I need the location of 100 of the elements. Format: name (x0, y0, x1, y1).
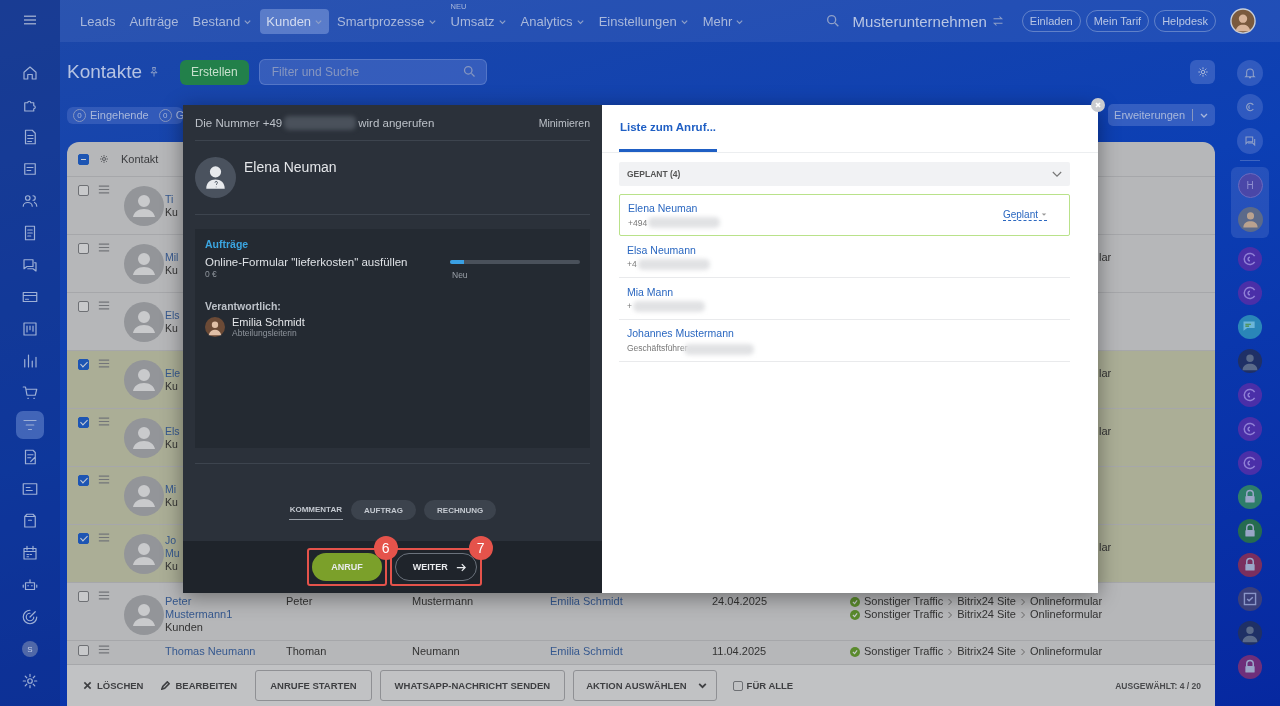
lock-icon[interactable] (1237, 484, 1263, 510)
step-badge: 7 (468, 536, 493, 560)
nav-tab[interactable]: Aufträge (123, 8, 185, 34)
contact-name-link[interactable]: Mil (165, 250, 179, 264)
create-button[interactable]: Erstellen (180, 59, 249, 85)
nav-tab[interactable]: Umsatz (444, 8, 513, 34)
row-checkbox[interactable] (78, 591, 89, 602)
swirl-icon[interactable] (1237, 246, 1263, 272)
call-list-item[interactable]: Johannes Mustermann Geschäftsführer (619, 320, 1070, 362)
row-checkbox[interactable] (78, 475, 89, 486)
contact-name-link[interactable]: Ele (165, 366, 181, 380)
contact-name-link[interactable]: Thomas Neumann (165, 645, 256, 658)
lock-icon[interactable] (1237, 518, 1263, 544)
filter-icon[interactable] (16, 411, 44, 439)
nav-tab[interactable]: Kunden (260, 8, 330, 34)
chat-icon[interactable] (1237, 128, 1263, 154)
bulk-action-button[interactable]: ANRUFE STARTEN (255, 670, 372, 701)
call-list-item[interactable]: Elena Neuman +494 Geplant (619, 194, 1070, 236)
responsible-link[interactable]: Emilia Schmidt (550, 645, 712, 657)
nav-tab[interactable]: Mehr (696, 8, 751, 34)
close-button[interactable] (1091, 98, 1105, 112)
drag-handle-icon[interactable] (98, 533, 110, 542)
row-checkbox[interactable] (78, 185, 89, 196)
drag-handle-icon[interactable] (98, 417, 110, 426)
user-avatar[interactable]: S (22, 641, 38, 657)
nav-tab[interactable]: Einstellungen (592, 8, 695, 34)
drag-handle-icon[interactable] (98, 359, 110, 368)
select-all-checkbox[interactable] (78, 153, 89, 165)
contact-name-link[interactable]: Mia Mann (627, 285, 1062, 298)
row-checkbox[interactable] (78, 243, 89, 254)
contact-name-link[interactable]: Elsa Neumann (627, 243, 1062, 256)
lock-icon[interactable] (1237, 552, 1263, 578)
user-avatar[interactable] (1230, 8, 1256, 34)
row-checkbox[interactable] (78, 645, 89, 656)
contact-name-link[interactable]: Mi (165, 482, 177, 496)
source-step: Sonstiger Traffic (864, 595, 944, 608)
contact-name-link[interactable]: Johannes Mustermann (627, 326, 1062, 339)
drag-handle-icon[interactable] (98, 185, 110, 194)
table-cell-text: Peter (286, 595, 314, 607)
swirl-icon[interactable] (1237, 450, 1263, 476)
for-all-checkbox[interactable]: FÜR ALLE (732, 680, 794, 691)
swirl-icon[interactable] (1237, 416, 1263, 442)
drag-handle-icon[interactable] (98, 301, 110, 310)
counter-filter[interactable]: 0 Eingehende (73, 108, 149, 122)
bulk-action-button[interactable]: WHATSAPP-NACHRICHT SENDEN (379, 670, 566, 701)
contact-name-link[interactable]: Peter Mustermann1 (165, 595, 233, 621)
row-checkbox[interactable] (78, 359, 89, 370)
search-field[interactable]: Filter und Suche (258, 59, 487, 85)
user-avatar[interactable] (1237, 207, 1263, 232)
pin-icon[interactable] (148, 66, 160, 78)
bulk-action-button[interactable]: LÖSCHEN (83, 680, 144, 691)
settings-button[interactable] (1190, 60, 1215, 84)
contact-avatar (124, 185, 164, 226)
row-checkbox[interactable] (78, 533, 89, 544)
drag-handle-icon[interactable] (98, 475, 110, 484)
contact-name-link[interactable]: Jo Mu (165, 534, 180, 560)
contact-name-link[interactable]: Els (165, 308, 180, 322)
user-avatar[interactable] (1237, 348, 1263, 374)
swirl-icon[interactable] (1237, 94, 1263, 120)
settings-icon[interactable] (98, 153, 110, 165)
checkbox[interactable] (732, 680, 743, 691)
responsible-name[interactable]: Emilia Schmidt (232, 316, 305, 328)
swirl-icon[interactable] (1237, 382, 1263, 408)
task-icon[interactable] (1237, 586, 1263, 612)
chat-avatar[interactable]: H (1237, 173, 1263, 198)
column-header[interactable]: Kontakt (121, 153, 159, 165)
company-switcher[interactable]: Musterunternehmen (852, 12, 1004, 30)
dialog-tab[interactable]: RECHNUNG (424, 500, 497, 520)
minimize-link[interactable]: Minimieren (538, 116, 590, 129)
chat-bubble-icon[interactable] (1237, 314, 1263, 340)
contact-name-link[interactable]: Els (165, 424, 180, 438)
extensions-button[interactable]: Erweiterungen (1108, 104, 1215, 126)
action-dropdown[interactable]: AKTION AUSWÄHLEN (573, 670, 717, 701)
contact-name-link[interactable]: Ti (165, 192, 174, 206)
list-tab[interactable]: Liste zum Anruf... (619, 104, 718, 152)
bell-icon[interactable] (1237, 60, 1263, 86)
responsible-link[interactable]: Emilia Schmidt (550, 595, 712, 607)
bulk-action-button[interactable]: BEARBEITEN (161, 680, 238, 691)
drag-handle-icon[interactable] (98, 591, 110, 600)
swirl-icon[interactable] (1237, 280, 1263, 306)
drag-handle-icon[interactable] (98, 645, 110, 654)
group-header[interactable]: GEPLANT (4) (619, 162, 1070, 186)
deal-title[interactable]: Online-Formular "lieferkosten" ausfüllen (205, 256, 450, 268)
nav-tab[interactable]: Smartprozesse (331, 8, 443, 34)
contact-name-link[interactable]: Elena Neuman (628, 202, 1003, 214)
lock-icon[interactable] (1237, 654, 1263, 680)
call-list-item[interactable]: Elsa Neumann +4 (619, 236, 1070, 278)
status-dropdown[interactable]: Geplant (1002, 209, 1047, 221)
nav-tab[interactable]: Analytics (514, 8, 591, 34)
nav-tab[interactable]: Bestand (186, 8, 259, 34)
call-button[interactable]: ANRUF (312, 553, 382, 581)
drag-handle-icon[interactable] (98, 243, 110, 252)
row-checkbox[interactable] (78, 301, 89, 312)
dialog-tab[interactable]: AUFTRAG (350, 500, 417, 520)
row-checkbox[interactable] (78, 417, 89, 428)
call-list-item[interactable]: Mia Mann + (619, 278, 1070, 320)
search-icon[interactable] (824, 13, 841, 29)
nav-tab[interactable]: Leads (74, 8, 122, 34)
dialog-tab[interactable]: KOMMENTAR (288, 500, 343, 520)
user-avatar[interactable] (1237, 620, 1263, 646)
